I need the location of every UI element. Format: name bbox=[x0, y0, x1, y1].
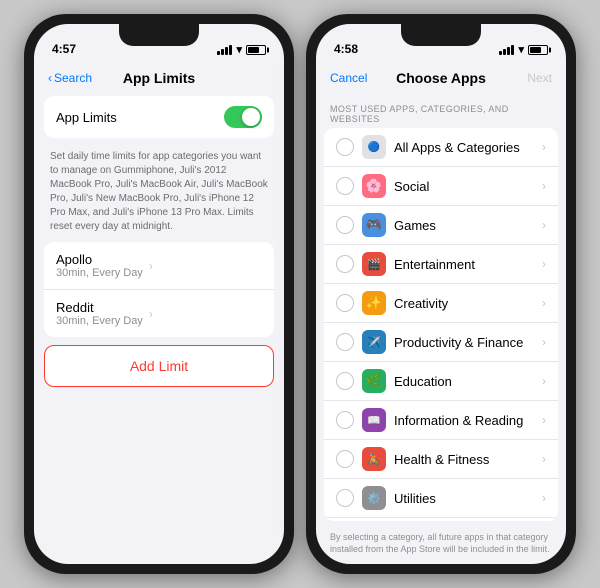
footer-note: By selecting a category, all future apps… bbox=[316, 525, 566, 564]
utilities-icon: ⚙️ bbox=[362, 486, 386, 510]
radio-creativity[interactable] bbox=[336, 294, 354, 312]
radio-social[interactable] bbox=[336, 177, 354, 195]
games-chevron: › bbox=[542, 218, 546, 232]
radio-health[interactable] bbox=[336, 450, 354, 468]
battery-icon-2 bbox=[528, 45, 548, 55]
back-button-1[interactable]: ‹ Search bbox=[48, 71, 92, 85]
utilities-label: Utilities bbox=[394, 491, 536, 506]
page-title-2: Choose Apps bbox=[396, 70, 486, 86]
app-row-education[interactable]: 🌿 Education › bbox=[324, 362, 558, 401]
notch-2 bbox=[401, 24, 481, 46]
add-limit-card[interactable]: Add Limit bbox=[44, 345, 274, 387]
battery-icon-1 bbox=[246, 45, 266, 55]
wifi-icon-1: ▾ bbox=[236, 43, 242, 56]
limits-list-card: Apollo 30min, Every Day › Reddit 30min, … bbox=[44, 242, 274, 337]
apollo-row[interactable]: Apollo 30min, Every Day › bbox=[44, 242, 274, 290]
education-label: Education bbox=[394, 374, 536, 389]
signal-icon-2 bbox=[499, 45, 514, 55]
apollo-item: Apollo 30min, Every Day bbox=[56, 252, 143, 279]
nav-bar-1: ‹ Search App Limits bbox=[34, 60, 284, 96]
app-row-utilities[interactable]: ⚙️ Utilities › bbox=[324, 479, 558, 518]
productivity-chevron: › bbox=[542, 335, 546, 349]
app-row-productivity[interactable]: ✈️ Productivity & Finance › bbox=[324, 323, 558, 362]
information-icon: 📖 bbox=[362, 408, 386, 432]
radio-education[interactable] bbox=[336, 372, 354, 390]
radio-games[interactable] bbox=[336, 216, 354, 234]
education-chevron: › bbox=[542, 374, 546, 388]
app-row-shopping[interactable]: 🛍️ Shopping & Food › bbox=[324, 518, 558, 521]
next-button[interactable]: Next bbox=[527, 71, 552, 85]
nav-bar-2: Cancel Choose Apps Next bbox=[316, 60, 566, 96]
health-label: Health & Fitness bbox=[394, 452, 536, 467]
reddit-row[interactable]: Reddit 30min, Every Day › bbox=[44, 290, 274, 337]
app-limits-label: App Limits bbox=[56, 110, 224, 125]
reddit-sub: 30min, Every Day bbox=[56, 315, 143, 327]
entertainment-icon: 🎬 bbox=[362, 252, 386, 276]
social-label: Social bbox=[394, 179, 536, 194]
creativity-icon: ✨ bbox=[362, 291, 386, 315]
creativity-chevron: › bbox=[542, 296, 546, 310]
section-label: MOST USED APPS, CATEGORIES, AND WEBSITES bbox=[316, 96, 566, 128]
entertainment-chevron: › bbox=[542, 257, 546, 271]
page-title-1: App Limits bbox=[123, 70, 195, 86]
app-row-creativity[interactable]: ✨ Creativity › bbox=[324, 284, 558, 323]
information-chevron: › bbox=[542, 413, 546, 427]
reddit-chevron: › bbox=[149, 307, 153, 321]
radio-entertainment[interactable] bbox=[336, 255, 354, 273]
education-icon: 🌿 bbox=[362, 369, 386, 393]
apollo-chevron: › bbox=[149, 259, 153, 273]
radio-productivity[interactable] bbox=[336, 333, 354, 351]
social-icon: 🌸 bbox=[362, 174, 386, 198]
all-apps-icon: 🔵 bbox=[362, 135, 386, 159]
signal-icon-1 bbox=[217, 45, 232, 55]
notch-1 bbox=[119, 24, 199, 46]
time-1: 4:57 bbox=[52, 42, 76, 56]
app-row-social[interactable]: 🌸 Social › bbox=[324, 167, 558, 206]
status-icons-1: ▾ bbox=[217, 43, 266, 56]
all-apps-label: All Apps & Categories bbox=[394, 140, 536, 155]
reddit-title: Reddit bbox=[56, 300, 143, 315]
games-label: Games bbox=[394, 218, 536, 233]
app-limits-card: App Limits bbox=[44, 96, 274, 138]
games-icon: 🎮 bbox=[362, 213, 386, 237]
cancel-button[interactable]: Cancel bbox=[330, 71, 367, 85]
wifi-icon-2: ▾ bbox=[518, 43, 524, 56]
app-row-entertainment[interactable]: 🎬 Entertainment › bbox=[324, 245, 558, 284]
social-chevron: › bbox=[542, 179, 546, 193]
screen-2: 4:58 ▾ Cancel Choose Apps Next MOST US bbox=[316, 24, 566, 564]
add-limit-row: Add Limit bbox=[45, 346, 273, 386]
entertainment-label: Entertainment bbox=[394, 257, 536, 272]
information-label: Information & Reading bbox=[394, 413, 536, 428]
app-limits-toggle[interactable] bbox=[224, 106, 262, 128]
utilities-chevron: › bbox=[542, 491, 546, 505]
health-icon: 🚴 bbox=[362, 447, 386, 471]
chevron-left-icon-1: ‹ bbox=[48, 71, 52, 85]
app-limits-description: Set daily time limits for app categories… bbox=[34, 146, 284, 242]
apps-list-card: 🔵 All Apps & Categories › 🌸 Social › 🎮 G… bbox=[324, 128, 558, 521]
screen-1: 4:57 ▾ ‹ Search App Limits bbox=[34, 24, 284, 564]
app-row-information[interactable]: 📖 Information & Reading › bbox=[324, 401, 558, 440]
radio-information[interactable] bbox=[336, 411, 354, 429]
radio-all[interactable] bbox=[336, 138, 354, 156]
back-label-1: Search bbox=[54, 71, 92, 85]
radio-utilities[interactable] bbox=[336, 489, 354, 507]
app-row-health[interactable]: 🚴 Health & Fitness › bbox=[324, 440, 558, 479]
app-row-all[interactable]: 🔵 All Apps & Categories › bbox=[324, 128, 558, 167]
phone-2: 4:58 ▾ Cancel Choose Apps Next MOST US bbox=[306, 14, 576, 574]
status-icons-2: ▾ bbox=[499, 43, 548, 56]
productivity-label: Productivity & Finance bbox=[394, 335, 536, 350]
apollo-sub: 30min, Every Day bbox=[56, 267, 143, 279]
apollo-title: Apollo bbox=[56, 252, 143, 267]
creativity-label: Creativity bbox=[394, 296, 536, 311]
phone-1: 4:57 ▾ ‹ Search App Limits bbox=[24, 14, 294, 574]
app-row-games[interactable]: 🎮 Games › bbox=[324, 206, 558, 245]
productivity-icon: ✈️ bbox=[362, 330, 386, 354]
all-apps-chevron: › bbox=[542, 140, 546, 154]
time-2: 4:58 bbox=[334, 42, 358, 56]
app-limits-toggle-row: App Limits bbox=[44, 96, 274, 138]
reddit-item: Reddit 30min, Every Day bbox=[56, 300, 143, 327]
add-limit-text: Add Limit bbox=[130, 358, 188, 374]
health-chevron: › bbox=[542, 452, 546, 466]
